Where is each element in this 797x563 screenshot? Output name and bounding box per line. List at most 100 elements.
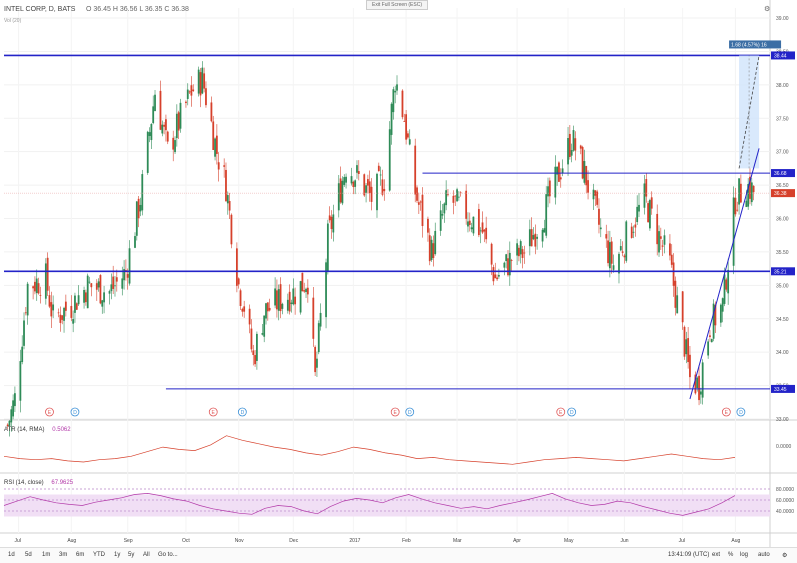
candle-body [605,234,608,239]
candle-body [139,204,142,212]
candle-body [312,297,315,339]
candle-body [645,179,648,197]
candle-body [427,218,429,233]
candle-body [286,299,289,311]
candle-body [32,286,35,289]
candle-body [507,258,509,276]
candle-body [377,165,380,172]
candle-body [294,296,297,305]
candle-body [217,162,220,170]
candle-body [343,177,346,185]
candle-body [581,146,584,179]
range-3m[interactable]: 3m [59,552,67,558]
candle-body [536,236,539,239]
candle-body [370,186,373,202]
candle-body [636,206,639,223]
candle-body [99,275,102,304]
goto-date[interactable]: Go to... [158,552,178,558]
candle-body [497,274,500,277]
candle-body [95,283,98,290]
candle-body [439,210,442,231]
candle-body [658,231,660,253]
time-tick-label: Sep [124,538,133,544]
candle-body [328,215,331,221]
candle-body [52,304,55,311]
candle-body [619,246,622,251]
range-all[interactable]: All [143,552,150,558]
candle-body [337,183,340,211]
candle-body [528,229,531,247]
atr-label[interactable]: ATR (14, RMA) 0.5062 [4,427,71,433]
range-5y[interactable]: 5y [128,552,134,558]
range-ytd[interactable]: YTD [93,552,105,558]
candle-body [390,103,393,135]
candle-body [518,247,520,257]
candle-body [50,302,53,317]
candle-body [103,292,105,303]
candle-body [381,179,384,195]
time-tick-label: Aug [731,538,740,544]
candle-body [201,67,204,94]
range-5d[interactable]: 5d [25,552,32,558]
candle-body [134,236,136,248]
price-tag-label: 35.21 [774,269,787,275]
candle-body [567,138,569,165]
auto-toggle[interactable]: auto [758,552,770,558]
candle-body [6,424,9,426]
candle-body [638,204,640,212]
candle-body [607,240,609,264]
candle-body [243,306,246,312]
candle-body [712,303,715,339]
rsi-label[interactable]: RSI (14, close) 67.9625 [4,480,73,486]
symbol-title[interactable]: INTEL CORP, D, BATS [4,6,75,13]
candle-body [634,224,637,228]
bottom-toolbar: 1d 5d 1m 3m 6m YTD 1y 5y All Go to... 13… [0,547,797,563]
candle-body [252,350,255,355]
candle-body [241,308,244,312]
exit-fullscreen-button[interactable]: Exit Full Screen (ESC) [366,0,428,10]
candle-body [263,315,266,337]
candle-body [523,252,526,254]
candle-body [701,362,704,398]
candle-body [696,377,699,388]
gear-icon[interactable]: ⚙ [782,552,787,559]
candle-body [689,354,691,378]
price-tick-label: 35.00 [776,283,789,289]
candle-body [26,283,29,316]
percent-toggle[interactable]: % [728,552,733,558]
candle-body [672,262,675,286]
candle-body [8,420,11,426]
candle-body [115,277,118,282]
candle-body [274,288,277,306]
candle-body [532,235,535,240]
candle-body [250,328,253,350]
candle-body [485,227,488,240]
settings-icon[interactable]: ⚙ [764,5,770,13]
atr-line [3,435,736,465]
price-tick-label: 38.00 [776,83,789,89]
event-marker-letter: D [408,410,412,416]
range-1d[interactable]: 1d [8,552,15,558]
candle-body [261,333,264,335]
candle-body [457,196,460,198]
rsi-band [4,494,770,517]
candle-body [19,361,22,401]
candle-body [403,120,406,122]
candle-body [521,249,524,258]
ext-toggle[interactable]: ext [712,552,720,558]
candle-body [699,391,702,395]
range-1m[interactable]: 1m [42,552,50,558]
candle-body [558,162,560,182]
time-tick-label: May [564,538,574,544]
candle-body [623,255,626,258]
range-6m[interactable]: 6m [76,552,84,558]
range-1y[interactable]: 1y [114,552,120,558]
log-toggle[interactable]: log [740,552,748,558]
time-tick-label: Dec [289,538,298,544]
price-tag-label: 38.44 [774,53,787,59]
time-tick-label: Mar [453,538,462,544]
time-tick-label: Aug [67,538,76,544]
candle-body [394,90,397,93]
candle-body [185,101,187,104]
chart-stage[interactable]: 39.0038.5038.0037.5037.0036.5036.0035.50… [0,0,797,562]
